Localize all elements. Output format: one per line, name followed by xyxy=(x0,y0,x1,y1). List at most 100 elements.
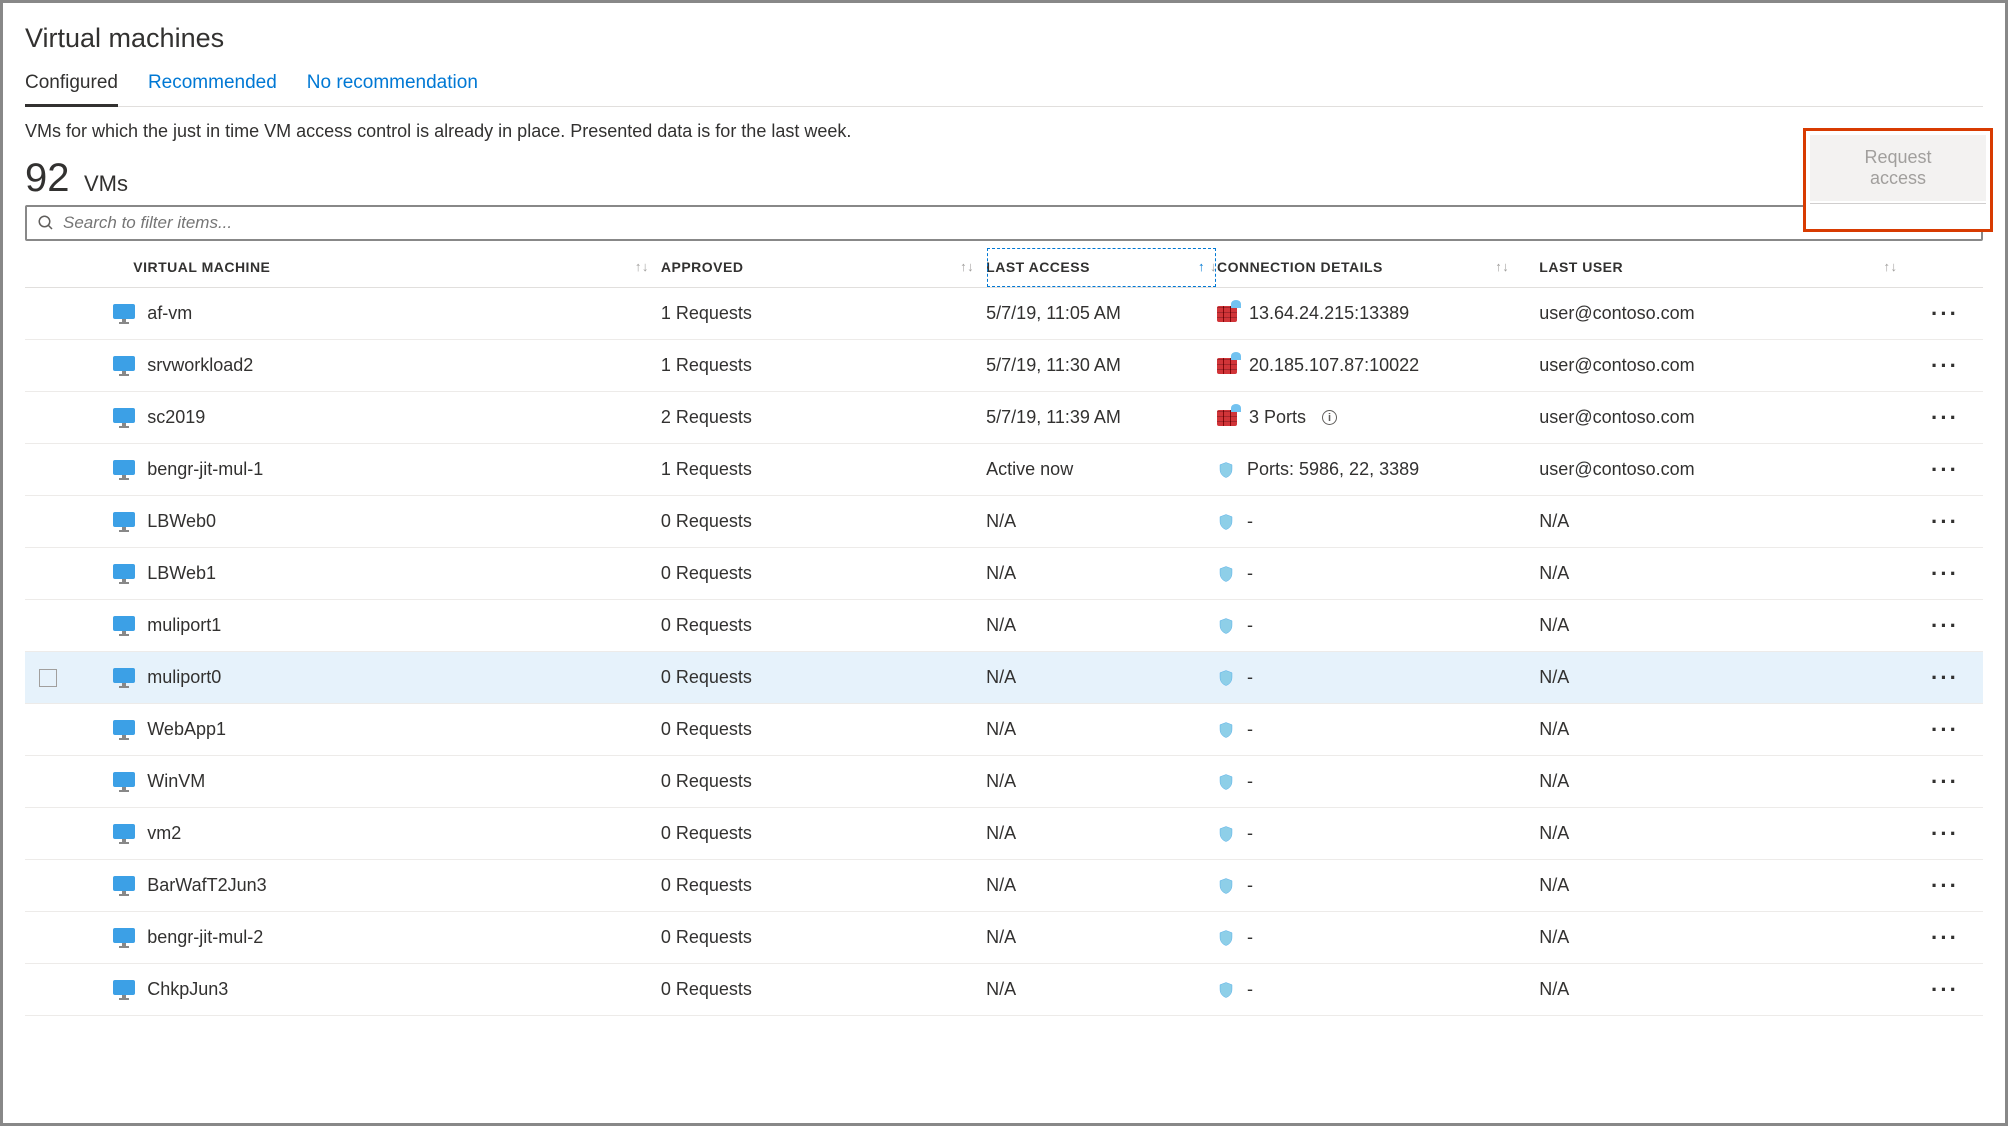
row-menu-button[interactable]: ··· xyxy=(1931,353,1959,378)
checkbox-cell[interactable] xyxy=(25,288,73,340)
column-last-access[interactable]: LAST ACCESS↑↓ xyxy=(986,247,1217,288)
column-vm[interactable]: VIRTUAL MACHINE↑↓ xyxy=(73,247,661,288)
connection-text: - xyxy=(1247,771,1253,792)
shield-icon xyxy=(1217,876,1235,896)
last-access-cell: N/A xyxy=(986,912,1217,964)
table-row[interactable]: srvworkload21 Requests5/7/19, 11:30 AM20… xyxy=(25,340,1983,392)
vm-icon xyxy=(113,824,135,844)
table-row[interactable]: LBWeb10 RequestsN/A-N/A··· xyxy=(25,548,1983,600)
table-row[interactable]: WebApp10 RequestsN/A-N/A··· xyxy=(25,704,1983,756)
vm-cell[interactable]: ChkpJun3 xyxy=(113,979,653,1000)
vm-cell[interactable]: LBWeb1 xyxy=(113,563,653,584)
checkbox-cell[interactable] xyxy=(25,860,73,912)
request-access-button[interactable]: Request access xyxy=(1810,135,1986,201)
row-menu-button[interactable]: ··· xyxy=(1931,717,1959,742)
connection-text: - xyxy=(1247,927,1253,948)
vm-name: bengr-jit-mul-2 xyxy=(147,927,263,948)
table-row[interactable]: bengr-jit-mul-20 RequestsN/A-N/A··· xyxy=(25,912,1983,964)
connection-cell: - xyxy=(1217,979,1513,1000)
row-menu-button[interactable]: ··· xyxy=(1931,821,1959,846)
table-row[interactable]: af-vm1 Requests5/7/19, 11:05 AM13.64.24.… xyxy=(25,288,1983,340)
tab-configured[interactable]: Configured xyxy=(25,72,118,107)
row-menu-button[interactable]: ··· xyxy=(1931,925,1959,950)
column-checkbox[interactable] xyxy=(25,247,73,288)
connection-cell: - xyxy=(1217,719,1513,740)
row-menu-button[interactable]: ··· xyxy=(1931,873,1959,898)
vm-cell[interactable]: sc2019 xyxy=(113,407,653,428)
checkbox-cell[interactable] xyxy=(25,652,73,704)
checkbox-cell[interactable] xyxy=(25,912,73,964)
connection-cell: - xyxy=(1217,823,1513,844)
firewall-icon xyxy=(1217,306,1237,322)
connection-text: - xyxy=(1247,875,1253,896)
table-row[interactable]: LBWeb00 RequestsN/A-N/A··· xyxy=(25,496,1983,548)
checkbox-cell[interactable] xyxy=(25,548,73,600)
last-user-cell: N/A xyxy=(1521,860,1909,912)
vm-cell[interactable]: bengr-jit-mul-1 xyxy=(113,459,653,480)
shield-icon xyxy=(1217,668,1235,688)
last-access-cell: 5/7/19, 11:39 AM xyxy=(986,392,1217,444)
sort-icon: ↑↓ xyxy=(635,259,649,274)
row-menu-button[interactable]: ··· xyxy=(1931,509,1959,534)
row-menu-button[interactable]: ··· xyxy=(1931,405,1959,430)
checkbox-cell[interactable] xyxy=(25,496,73,548)
vm-cell[interactable]: af-vm xyxy=(113,303,653,324)
last-access-cell: 5/7/19, 11:05 AM xyxy=(986,288,1217,340)
table-row[interactable]: muliport10 RequestsN/A-N/A··· xyxy=(25,600,1983,652)
checkbox-cell[interactable] xyxy=(25,704,73,756)
vm-cell[interactable]: WinVM xyxy=(113,771,653,792)
vm-cell[interactable]: muliport0 xyxy=(113,667,653,688)
vm-cell[interactable]: bengr-jit-mul-2 xyxy=(113,927,653,948)
vm-cell[interactable]: WebApp1 xyxy=(113,719,653,740)
row-menu-button[interactable]: ··· xyxy=(1931,457,1959,482)
search-wrapper[interactable] xyxy=(25,205,1983,241)
vm-name: LBWeb1 xyxy=(147,563,216,584)
approved-cell: 0 Requests xyxy=(661,652,986,704)
column-connection[interactable]: CONNECTION DETAILS↑↓ xyxy=(1217,247,1521,288)
table-row[interactable]: muliport00 RequestsN/A-N/A··· xyxy=(25,652,1983,704)
tab-recommended[interactable]: Recommended xyxy=(148,72,277,106)
vm-cell[interactable]: muliport1 xyxy=(113,615,653,636)
vm-name: vm2 xyxy=(147,823,181,844)
table-row[interactable]: bengr-jit-mul-11 RequestsActive nowPorts… xyxy=(25,444,1983,496)
table-row[interactable]: WinVM0 RequestsN/A-N/A··· xyxy=(25,756,1983,808)
row-menu-button[interactable]: ··· xyxy=(1931,769,1959,794)
row-menu-button[interactable]: ··· xyxy=(1931,613,1959,638)
approved-cell: 0 Requests xyxy=(661,860,986,912)
vm-table: VIRTUAL MACHINE↑↓ APPROVED↑↓ LAST ACCESS… xyxy=(25,247,1983,1016)
connection-cell: - xyxy=(1217,875,1513,896)
request-access-highlight: Request access xyxy=(1803,128,1993,232)
vm-cell[interactable]: BarWafT2Jun3 xyxy=(113,875,653,896)
table-row[interactable]: BarWafT2Jun30 RequestsN/A-N/A··· xyxy=(25,860,1983,912)
column-last-user[interactable]: LAST USER↑↓ xyxy=(1521,247,1909,288)
approved-cell: 0 Requests xyxy=(661,756,986,808)
vm-cell[interactable]: vm2 xyxy=(113,823,653,844)
last-user-cell: N/A xyxy=(1521,704,1909,756)
checkbox-cell[interactable] xyxy=(25,600,73,652)
checkbox-cell[interactable] xyxy=(25,444,73,496)
checkbox-cell[interactable] xyxy=(25,964,73,1016)
row-checkbox[interactable] xyxy=(39,669,57,687)
table-row[interactable]: vm20 RequestsN/A-N/A··· xyxy=(25,808,1983,860)
search-input[interactable] xyxy=(63,213,1971,233)
vm-cell[interactable]: srvworkload2 xyxy=(113,355,653,376)
checkbox-cell[interactable] xyxy=(25,756,73,808)
table-row[interactable]: sc20192 Requests5/7/19, 11:39 AM3 Portsi… xyxy=(25,392,1983,444)
row-menu-button[interactable]: ··· xyxy=(1931,561,1959,586)
tab-no-recommendation[interactable]: No recommendation xyxy=(307,72,478,106)
table-row[interactable]: ChkpJun30 RequestsN/A-N/A··· xyxy=(25,964,1983,1016)
checkbox-cell[interactable] xyxy=(25,392,73,444)
checkbox-cell[interactable] xyxy=(25,808,73,860)
last-access-cell: N/A xyxy=(986,808,1217,860)
connection-cell: Ports: 5986, 22, 3389 xyxy=(1217,459,1513,480)
last-access-cell: 5/7/19, 11:30 AM xyxy=(986,340,1217,392)
row-menu-button[interactable]: ··· xyxy=(1931,977,1959,1002)
info-icon[interactable]: i xyxy=(1322,410,1337,425)
row-menu-button[interactable]: ··· xyxy=(1931,665,1959,690)
last-access-cell: N/A xyxy=(986,860,1217,912)
vm-icon xyxy=(113,460,135,480)
vm-cell[interactable]: LBWeb0 xyxy=(113,511,653,532)
checkbox-cell[interactable] xyxy=(25,340,73,392)
column-approved[interactable]: APPROVED↑↓ xyxy=(661,247,986,288)
row-menu-button[interactable]: ··· xyxy=(1931,301,1959,326)
